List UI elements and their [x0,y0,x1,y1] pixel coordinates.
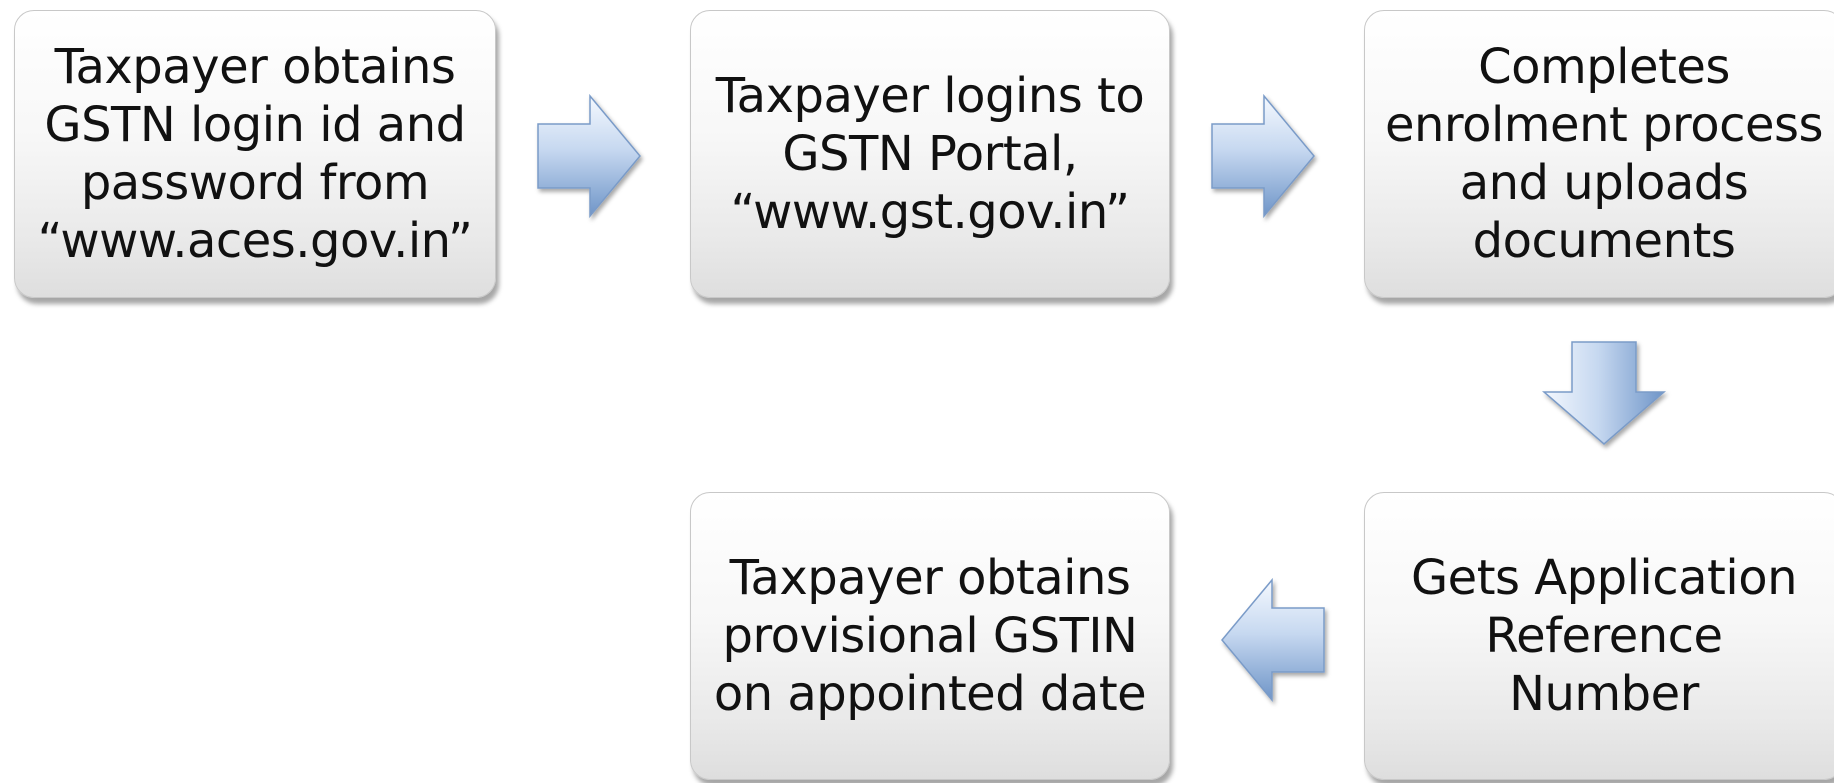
step-3-text: Completes enrolment process and uploads … [1384,39,1824,269]
step-1-box: Taxpayer obtains GSTN login id and passw… [14,10,496,298]
arrow-right-icon [537,93,641,219]
step-2-box: Taxpayer logins to GSTN Portal, “www.gst… [690,10,1170,298]
step-4-box: Gets Application Reference Number [1364,492,1834,780]
step-1-text: Taxpayer obtains GSTN login id and passw… [37,39,473,269]
step-3-box: Completes enrolment process and uploads … [1364,10,1834,298]
step-5-text: Taxpayer obtains provisional GSTIN on ap… [713,550,1147,722]
step-5-box: Taxpayer obtains provisional GSTIN on ap… [690,492,1170,780]
step-4-text: Gets Application Reference Number [1410,550,1798,722]
step-2-text: Taxpayer logins to GSTN Portal, “www.gst… [715,68,1145,240]
arrow-right-icon [1211,93,1315,219]
arrow-down-icon [1541,341,1667,445]
arrow-left-icon [1221,577,1325,703]
flowchart: Taxpayer obtains GSTN login id and passw… [0,0,1834,783]
